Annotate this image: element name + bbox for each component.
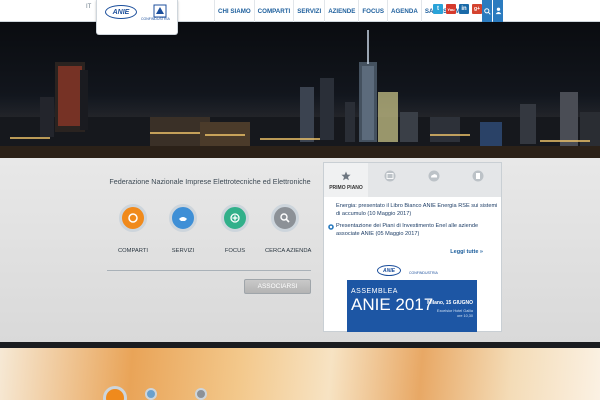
section-servizi-label: SERVIZI [171, 248, 195, 254]
tab-agenda[interactable] [368, 163, 412, 197]
news-item[interactable]: Presentazione dei Piani di Investimento … [328, 223, 498, 238]
calendar-icon [384, 170, 396, 182]
tab-media[interactable] [412, 163, 456, 197]
document-icon [472, 170, 484, 182]
user-icon [495, 7, 501, 15]
banner-confindustria-label: CONFINDUSTRIA [409, 271, 438, 275]
linkedin-icon[interactable]: in [459, 4, 469, 14]
banner-location: Excelsior Hotel Gallia ore 10,30 [437, 309, 473, 319]
section-focus[interactable]: FOCUS [215, 204, 255, 254]
login-button[interactable] [493, 0, 503, 22]
anie-logo[interactable]: ANIE CONFINDUSTRIA [96, 0, 178, 35]
panel-tabs: PRIMO PIANO [324, 163, 501, 197]
news-item-text: Presentazione dei Piani di Investimento … [336, 223, 479, 237]
nav-aziende[interactable]: AZIENDE [324, 0, 358, 22]
cloud-icon [428, 170, 440, 182]
tab-documenti[interactable] [456, 163, 500, 197]
social-links: t You in g+ [433, 4, 482, 14]
associarsi-button[interactable]: ASSOCIARSI [244, 279, 311, 294]
nav-agenda[interactable]: AGENDA [387, 0, 421, 22]
banner-anie-logo: ANIE [377, 265, 401, 276]
confindustria-label: CONFINDUSTRIA [141, 17, 170, 21]
top-navigation-bar: IT ANIE CONFINDUSTRIA CHI SIAMO COMPARTI… [0, 0, 600, 35]
tab-primo-piano-label: PRIMO PIANO [329, 185, 363, 191]
comparti-icon [119, 204, 147, 232]
search-icon [483, 7, 491, 15]
feature-dot-grey[interactable] [195, 388, 207, 400]
section-focus-label: FOCUS [224, 248, 246, 254]
section-servizi[interactable]: SERVIZI [163, 204, 203, 254]
search-button[interactable] [482, 0, 492, 22]
news-bullet-icon [328, 224, 334, 230]
banner-place-line2: ore 10,30 [456, 314, 473, 318]
nav-comparti[interactable]: COMPARTI [253, 0, 294, 22]
news-item-text: Energia: presentato il Libro Bianco ANIE… [336, 203, 498, 217]
bottom-feature-image [0, 348, 600, 400]
section-cerca-azienda-label: CERCA AZIENDA [265, 248, 312, 254]
assemblea-banner[interactable]: ANIE CONFINDUSTRIA ASSEMBLEA ANIE 2017 M… [347, 262, 477, 332]
search-company-icon [271, 204, 299, 232]
nav-focus[interactable]: FOCUS [358, 0, 387, 22]
hero-skyline-image [0, 22, 600, 158]
section-comparti-label: COMPARTI [117, 248, 149, 254]
news-item[interactable]: Energia: presentato il Libro Bianco ANIE… [328, 203, 498, 218]
news-panel: PRIMO PIANO Energia: presentato il Libro… [323, 162, 502, 332]
nav-chi-siamo[interactable]: CHI SIAMO [214, 0, 254, 22]
twitter-icon[interactable]: t [433, 4, 443, 14]
skyline-illustration [0, 30, 600, 158]
servizi-icon [169, 204, 197, 232]
banner-title: ANIE 2017 [351, 295, 434, 314]
feature-dot-orange[interactable] [103, 386, 127, 400]
content-area: Federazione Nazionale Imprese Elettrotec… [0, 158, 600, 342]
focus-icon [221, 204, 249, 232]
youtube-icon[interactable]: You [446, 4, 456, 14]
tab-primo-piano[interactable]: PRIMO PIANO [324, 163, 368, 197]
read-all-link[interactable]: Leggi tutte » [450, 249, 483, 255]
banner-assembly-label: ASSEMBLEA [351, 288, 398, 295]
confindustria-logo-icon [153, 4, 167, 18]
anie-logo-mark: ANIE [105, 5, 137, 19]
feature-dot-blue[interactable] [145, 388, 157, 400]
news-list: Energia: presentato il Libro Bianco ANIE… [328, 203, 498, 243]
banner-date: Milano, 15 GIUGNO [427, 300, 473, 306]
section-comparti[interactable]: COMPARTI [113, 204, 153, 254]
divider-line [107, 270, 311, 271]
section-cerca-azienda[interactable]: CERCA AZIENDA [265, 204, 312, 254]
language-label[interactable]: IT [86, 4, 91, 10]
banner-logo-strip: ANIE CONFINDUSTRIA [347, 262, 477, 280]
news-bullet-icon [328, 204, 334, 210]
google-plus-icon[interactable]: g+ [472, 4, 482, 14]
nav-servizi[interactable]: SERVIZI [293, 0, 324, 22]
star-icon [340, 170, 352, 182]
